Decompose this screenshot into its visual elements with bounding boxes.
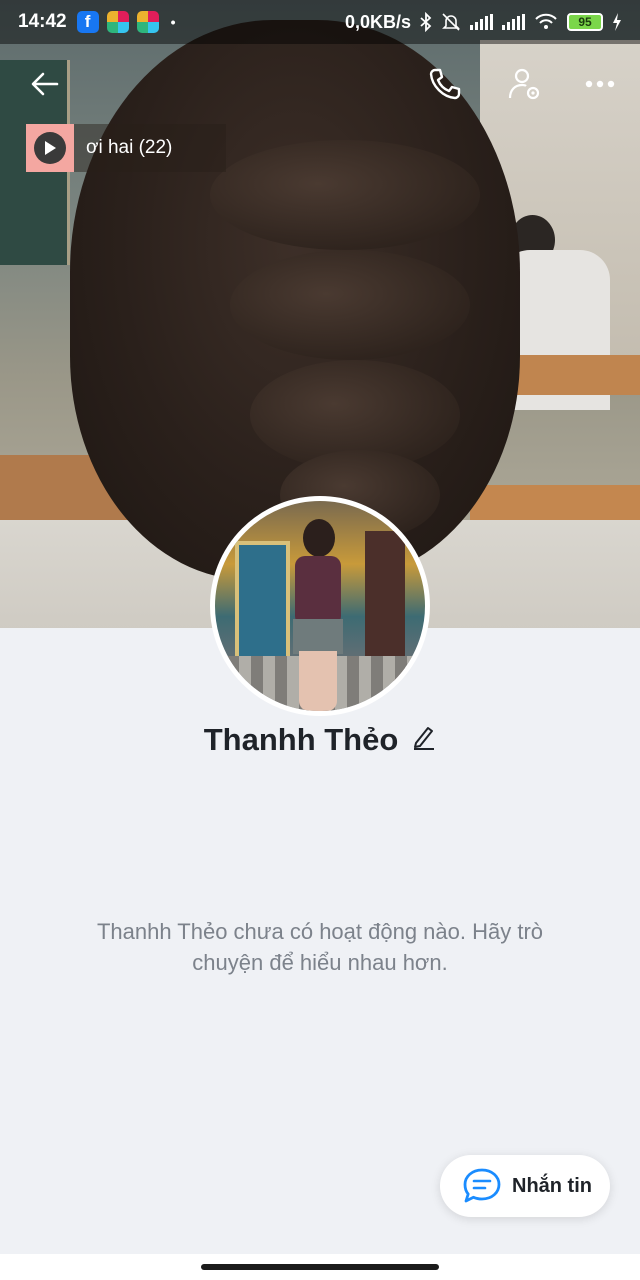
status-bar: 14:42 f • 0,0KB/s 95 <box>0 0 640 44</box>
cover-braid <box>230 250 470 360</box>
home-indicator[interactable] <box>201 1264 439 1270</box>
send-message-label: Nhắn tin <box>512 1174 592 1197</box>
avatar-background-door <box>235 541 290 661</box>
more-dots-icon <box>585 80 615 88</box>
play-button[interactable] <box>34 132 66 164</box>
play-icon <box>45 141 56 155</box>
net-speed: 0,0KB/s <box>344 11 411 32</box>
cover-braid <box>210 140 480 250</box>
more-notifications-dot: • <box>170 14 176 30</box>
chat-bubble-icon <box>463 1168 501 1203</box>
avatar-person-shorts <box>293 619 343 654</box>
cover-desk <box>470 485 640 525</box>
signal-icon <box>470 14 493 30</box>
avatar-person-body <box>295 556 341 626</box>
profile-name-row: Thanhh Thẻo <box>0 722 640 758</box>
send-message-button[interactable]: Nhắn tin <box>440 1155 610 1217</box>
slack-icon <box>106 11 129 33</box>
mute-icon <box>442 13 460 31</box>
phone-icon <box>429 68 461 100</box>
music-thumbnail <box>26 124 74 172</box>
charging-icon <box>613 13 621 31</box>
empty-activity-message: Thanhh Thẻo chưa có hoạt động nào. Hãy t… <box>96 919 544 975</box>
user-settings-icon <box>508 68 540 100</box>
arrow-left-icon <box>31 72 59 96</box>
call-button[interactable] <box>421 60 469 108</box>
profile-name: Thanhh Thẻo <box>203 722 399 757</box>
facebook-icon: f <box>76 11 99 33</box>
edit-name-button[interactable] <box>412 722 436 758</box>
status-time: 14:42 <box>18 11 67 32</box>
avatar[interactable] <box>210 496 430 716</box>
profile-music-chip[interactable]: ơi hai (22) <box>26 124 226 172</box>
back-button[interactable] <box>21 60 69 108</box>
signal-icon <box>502 14 525 30</box>
status-right: 0,0KB/s 95 <box>345 12 622 33</box>
more-button[interactable] <box>576 60 624 108</box>
profile-settings-button[interactable] <box>500 60 548 108</box>
pencil-icon <box>414 727 435 750</box>
wifi-icon <box>535 13 557 29</box>
avatar-person-head <box>303 519 335 557</box>
battery-icon: 95 <box>567 13 603 31</box>
music-title: ơi hai (22) <box>86 137 173 158</box>
slack-icon <box>136 11 159 33</box>
bluetooth-icon <box>420 12 432 32</box>
avatar-person-legs <box>299 651 337 711</box>
